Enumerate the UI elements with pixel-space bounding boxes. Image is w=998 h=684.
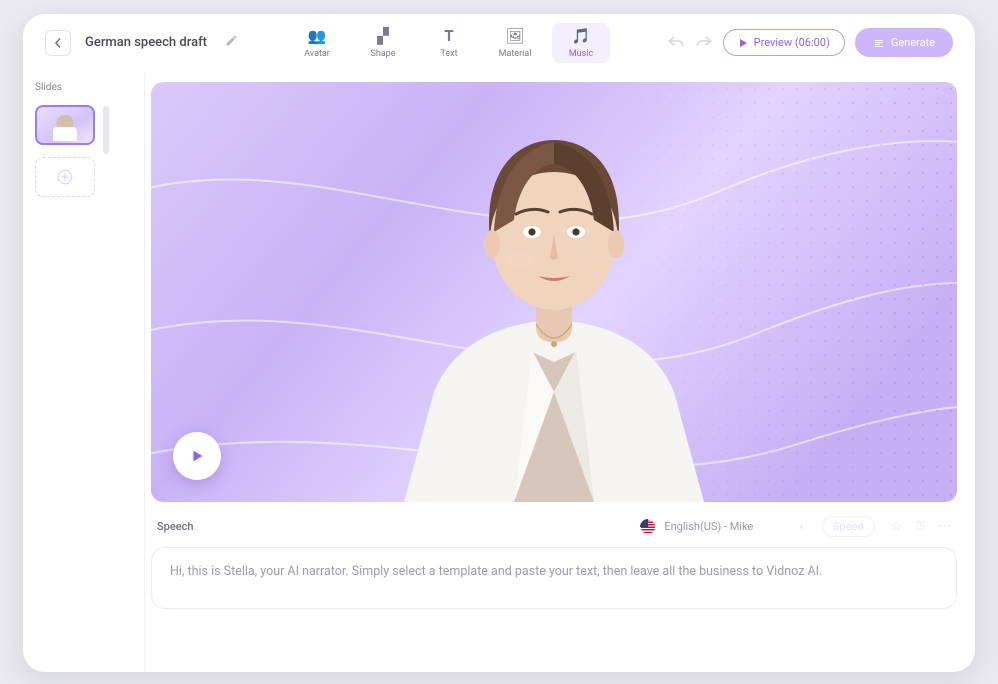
- main-area: Speech English(US) - Mike ◐ Speed ☆ ⍰ ⋯ …: [145, 72, 975, 672]
- redo-icon: [695, 34, 713, 48]
- speech-action-icons: ☆ ⍰ ⋯: [891, 519, 951, 534]
- shape-icon: ▞: [377, 27, 389, 45]
- tool-avatar[interactable]: 👥 Avatar: [288, 23, 346, 63]
- add-slide-button[interactable]: [35, 157, 95, 197]
- play-icon: [738, 38, 748, 48]
- voice-label: English(US) - Mike: [664, 520, 753, 533]
- speech-action-3-icon[interactable]: ⋯: [938, 519, 951, 534]
- tool-strip: 👥 Avatar ▞ Shape 𝐓 Text 🖼 Material 🎵 Mus…: [288, 23, 610, 63]
- generate-label: Generate: [891, 36, 935, 49]
- speech-section-label: Speech: [157, 520, 193, 533]
- slides-label: Slides: [35, 82, 132, 93]
- preview-label: Preview (06:00): [754, 36, 830, 49]
- tool-label: Text: [440, 49, 457, 59]
- speech-header: Speech English(US) - Mike ◐ Speed ☆ ⍰ ⋯: [151, 516, 957, 537]
- speed-chip[interactable]: Speed: [822, 516, 875, 537]
- slides-sidebar: Slides: [23, 72, 145, 672]
- play-icon: [188, 447, 206, 465]
- tool-material[interactable]: 🖼 Material: [486, 23, 544, 63]
- back-button[interactable]: [45, 30, 71, 56]
- tool-music[interactable]: 🎵 Music: [552, 23, 610, 63]
- undo-icon: [667, 34, 685, 48]
- redo-button[interactable]: [695, 33, 713, 52]
- speech-action-1-icon[interactable]: ☆: [891, 519, 903, 534]
- preview-button[interactable]: Preview (06:00): [723, 29, 845, 56]
- tool-text[interactable]: 𝐓 Text: [420, 23, 478, 63]
- us-flag-icon: [640, 519, 656, 535]
- chevron-left-icon: [53, 38, 63, 48]
- canvas-play-button[interactable]: [173, 432, 221, 480]
- music-icon: 🎵: [572, 27, 591, 45]
- project-title: German speech draft: [85, 35, 207, 50]
- text-icon: 𝐓: [444, 27, 454, 45]
- avatar-icon: 👥: [308, 27, 327, 45]
- slide-thumb-1[interactable]: [35, 105, 95, 145]
- plus-icon: [56, 168, 74, 186]
- tool-shape[interactable]: ▞ Shape: [354, 23, 412, 63]
- tool-label: Material: [499, 49, 532, 59]
- tool-label: Music: [569, 49, 593, 59]
- right-actions: Preview (06:00) Generate: [667, 28, 953, 57]
- pencil-icon: [225, 34, 238, 47]
- app-window: German speech draft 👥 Avatar ▞ Shape 𝐓 T…: [23, 14, 975, 672]
- generate-icon: [873, 37, 885, 49]
- voice-settings-icon[interactable]: ◐: [799, 520, 806, 533]
- voice-selector[interactable]: English(US) - Mike: [640, 519, 753, 535]
- speech-action-2-icon[interactable]: ⍰: [916, 519, 924, 534]
- top-toolbar: German speech draft 👥 Avatar ▞ Shape 𝐓 T…: [23, 14, 975, 72]
- stage-canvas[interactable]: [151, 82, 957, 502]
- slides-scrollbar[interactable]: [103, 106, 109, 154]
- speech-text-input[interactable]: Hi, this is Stella, your AI narrator. Si…: [151, 547, 957, 609]
- speech-panel: Speech English(US) - Mike ◐ Speed ☆ ⍰ ⋯ …: [151, 516, 957, 609]
- avatar-figure: [364, 92, 744, 502]
- undo-button[interactable]: [667, 33, 685, 52]
- slides-list: [35, 105, 132, 197]
- rename-button[interactable]: [225, 34, 238, 51]
- tool-label: Shape: [370, 49, 395, 59]
- material-icon: 🖼: [505, 27, 524, 45]
- generate-button[interactable]: Generate: [855, 28, 953, 57]
- body: Slides: [23, 72, 975, 672]
- tool-label: Avatar: [304, 49, 330, 59]
